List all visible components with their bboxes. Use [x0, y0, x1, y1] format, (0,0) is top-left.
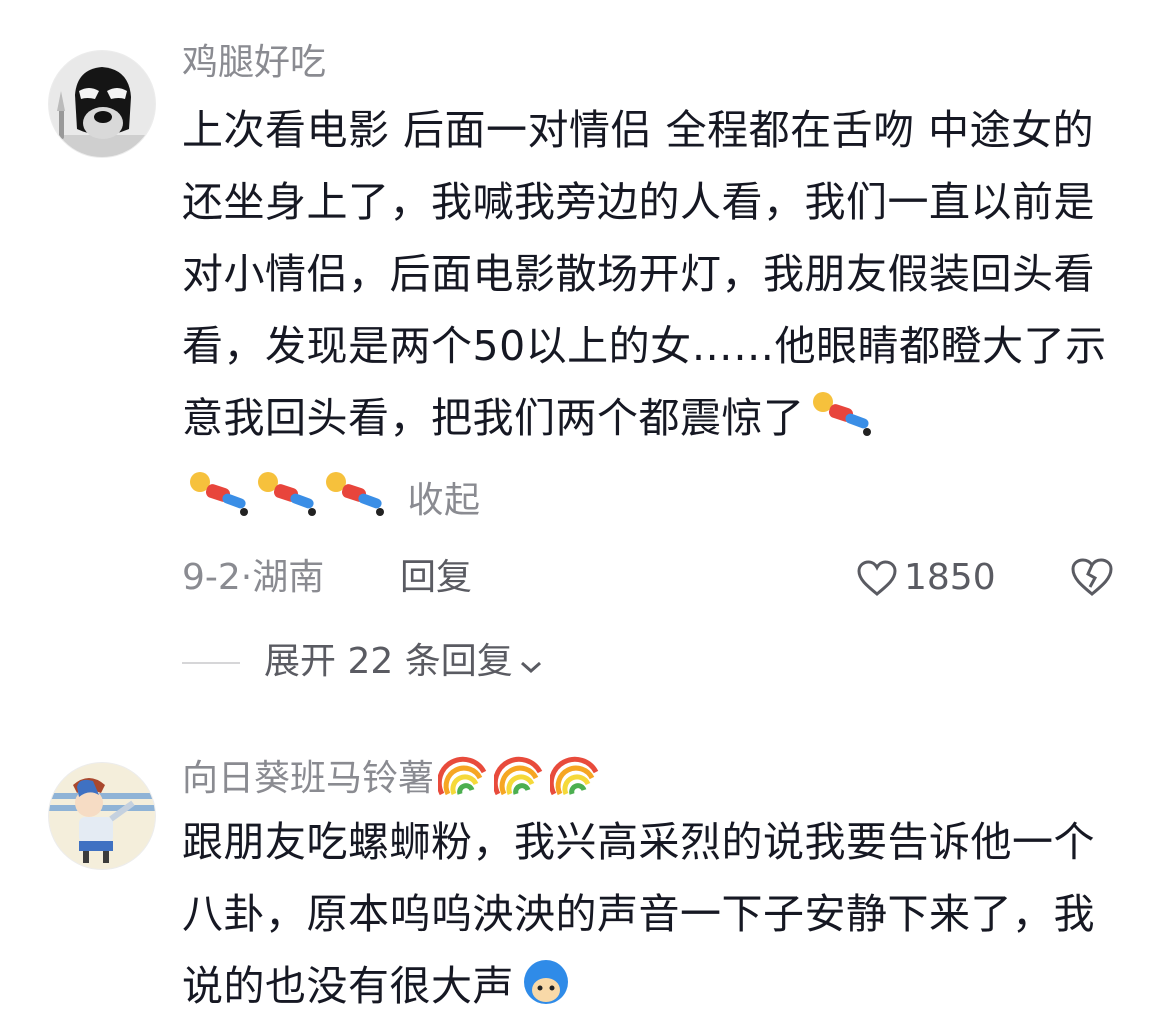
user-avatar[interactable] [48, 50, 156, 158]
comment-date-location: 9-2·湖南 [182, 557, 325, 598]
cartoon-boy-avatar-icon [49, 763, 155, 869]
comment-meta: 9-2·湖南 回复 1850 [182, 548, 1113, 608]
heart-outline-icon [857, 560, 897, 596]
lying-down-doll-emoji [322, 468, 386, 542]
chevron-down-icon [519, 642, 543, 686]
rainbow-emoji [548, 756, 599, 796]
rainbow-emoji [492, 756, 543, 796]
divider-line [182, 662, 240, 664]
expand-replies-button[interactable]: 展开 22 条回复 [182, 640, 543, 684]
lying-down-doll-emoji [809, 388, 873, 462]
comment-body: 鸡腿好吃 上次看电影 后面一对情侣 全程都在舌吻 中途女的还坐身上了，我喊我旁边… [182, 40, 1113, 608]
comment-body: 向日葵班马铃薯 跟朋友吃螺蛳粉，我兴高采烈的说我要告诉他一个八卦，原本呜呜泱泱的… [182, 752, 1110, 1014]
comment-text-block: 上次看电影 后面一对情侣 全程都在舌吻 中途女的还坐身上了，我喊我旁边的人看，我… [182, 94, 1110, 542]
user-avatar[interactable] [48, 762, 156, 870]
comment-feed: 鸡腿好吃 上次看电影 后面一对情侣 全程都在舌吻 中途女的还坐身上了，我喊我旁边… [0, 0, 1170, 1014]
expand-replies-label: 展开 22 条回复 [264, 641, 513, 682]
username[interactable]: 鸡腿好吃 [182, 40, 1110, 86]
broken-heart-icon [1071, 558, 1113, 596]
blue-hair-face-emoji [518, 952, 574, 1014]
username-row: 向日葵班马铃薯 [182, 752, 1110, 799]
like-button[interactable]: 1850 [856, 548, 996, 608]
rainbow-emoji [436, 756, 487, 796]
comment-text: 跟朋友吃螺蛳粉，我兴高采烈的说我要告诉他一个八卦，原本呜呜泱泱的声音一下子安静下… [182, 818, 1095, 1010]
masked-dog-avatar-icon [49, 51, 155, 157]
dislike-button[interactable] [1070, 556, 1114, 616]
lying-down-doll-emoji [186, 468, 250, 542]
lying-down-doll-emoji [254, 468, 318, 542]
comment-text: 上次看电影 后面一对情侣 全程都在舌吻 中途女的还坐身上了，我喊我旁边的人看，我… [182, 106, 1107, 442]
collapse-link[interactable]: 收起 [408, 480, 481, 521]
username-emojis [436, 752, 606, 808]
username[interactable]: 向日葵班马铃薯 [182, 758, 434, 799]
like-count: 1850 [904, 557, 996, 598]
comment-text-block: 跟朋友吃螺蛳粉，我兴高采烈的说我要告诉他一个八卦，原本呜呜泱泱的声音一下子安静下… [182, 806, 1110, 1014]
reply-button[interactable]: 回复 [400, 548, 472, 608]
